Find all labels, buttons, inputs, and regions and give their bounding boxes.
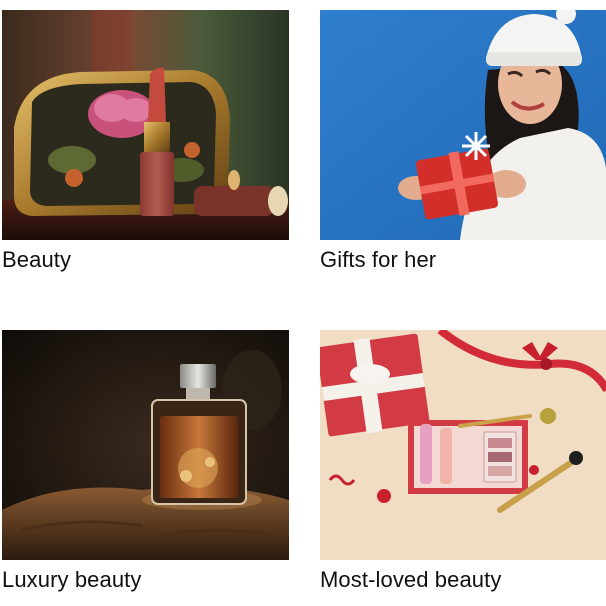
- tile-label[interactable]: Luxury beauty: [2, 566, 142, 594]
- cosmetic-pouch-lipstick-image[interactable]: [2, 10, 289, 240]
- tile-label[interactable]: Most-loved beauty: [320, 566, 501, 594]
- makeup-gift-box-image[interactable]: [320, 330, 606, 560]
- category-tile-beauty[interactable]: Beauty: [2, 10, 292, 280]
- perfume-bottle-image[interactable]: [2, 330, 289, 560]
- category-tile-gifts-for-her[interactable]: Gifts for her: [320, 10, 606, 280]
- tile-label[interactable]: Beauty: [2, 246, 71, 274]
- category-tile-most-loved-beauty[interactable]: Most-loved beauty: [320, 330, 606, 600]
- tile-label[interactable]: Gifts for her: [320, 246, 436, 274]
- category-tile-luxury-beauty[interactable]: Luxury beauty: [2, 330, 292, 600]
- woman-holding-gift-image[interactable]: [320, 10, 606, 240]
